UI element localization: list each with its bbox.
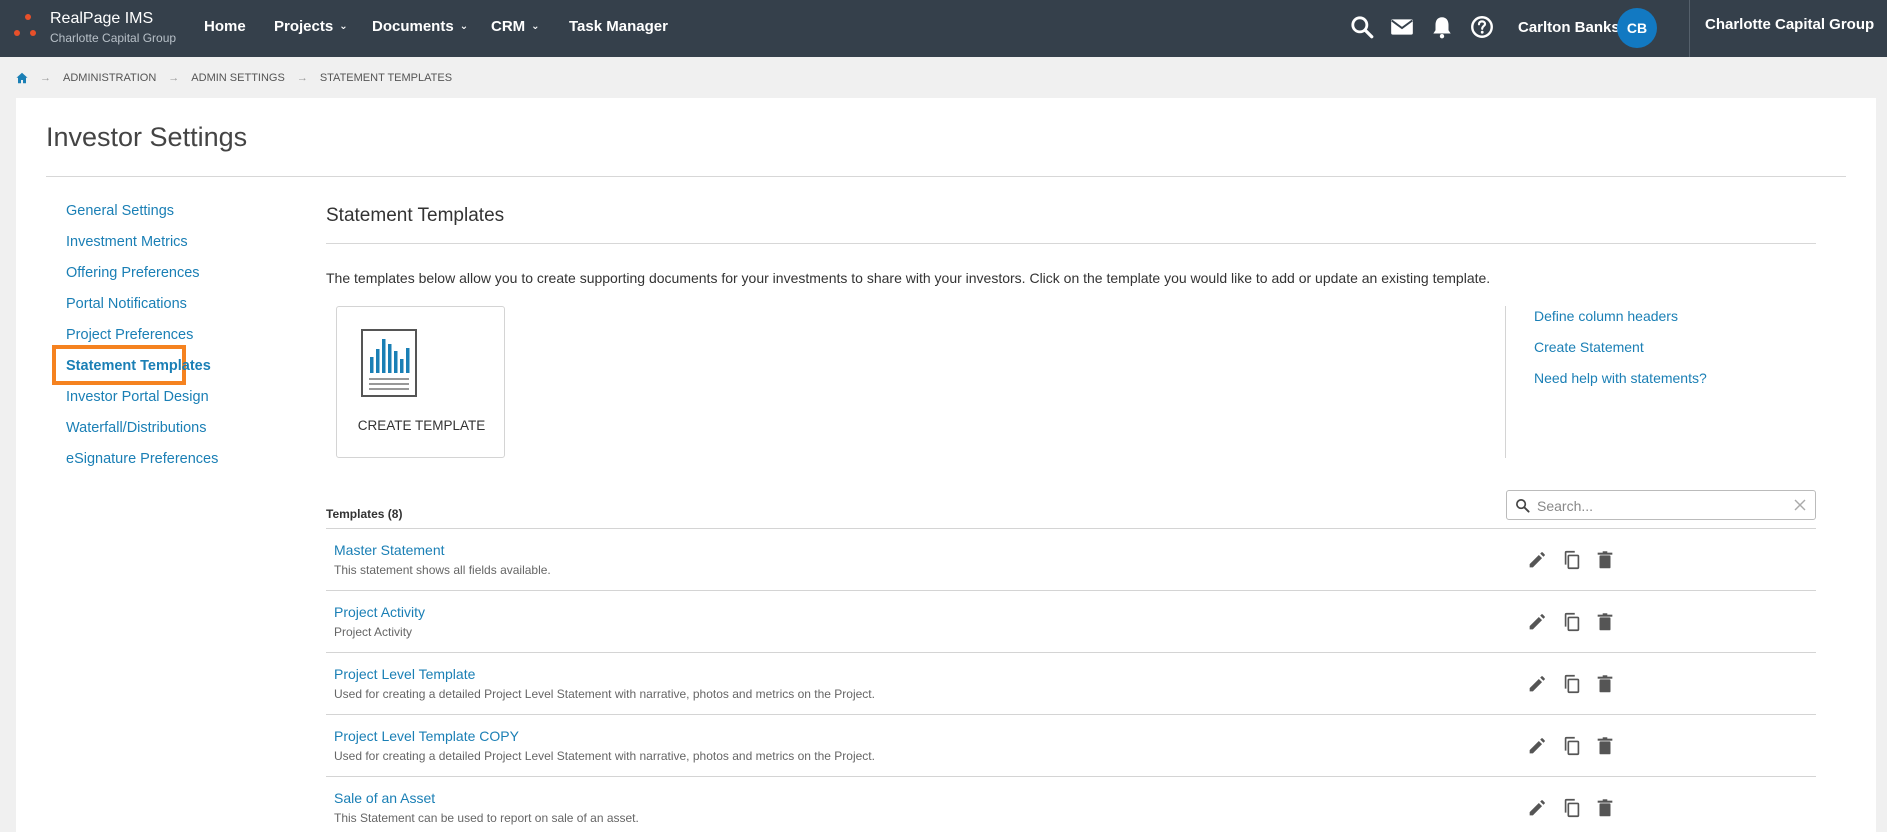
side-menu-esignature-preferences[interactable]: eSignature Preferences xyxy=(66,451,218,467)
side-menu-investor-portal-design[interactable]: Investor Portal Design xyxy=(66,389,209,405)
table-row: Master Statement This statement shows all… xyxy=(326,528,1816,590)
nav-task-manager-label: Task Manager xyxy=(569,18,668,35)
template-description: This statement shows all fields availabl… xyxy=(334,563,551,577)
template-title[interactable]: Master Statement xyxy=(334,542,445,558)
divider xyxy=(46,176,1846,177)
divider xyxy=(1505,306,1506,458)
breadcrumb-statement-templates: STATEMENT TEMPLATES xyxy=(319,72,453,84)
pencil-icon[interactable] xyxy=(1526,797,1548,819)
trash-icon[interactable] xyxy=(1594,611,1616,633)
realpage-logo-icon[interactable] xyxy=(14,14,42,40)
side-menu-general-settings[interactable]: General Settings xyxy=(66,203,174,219)
settings-card: Investor Settings General Settings Inves… xyxy=(16,98,1876,832)
side-menu-portal-notifications[interactable]: Portal Notifications xyxy=(66,296,187,312)
table-row: Project Level Template Used for creating … xyxy=(326,652,1816,714)
nav-documents-label: Documents xyxy=(372,18,454,35)
trash-icon[interactable] xyxy=(1594,735,1616,757)
breadcrumb-separator: → xyxy=(40,72,51,84)
copy-icon[interactable] xyxy=(1561,735,1583,757)
template-title[interactable]: Project Level Template COPY xyxy=(334,728,519,744)
trash-icon[interactable] xyxy=(1594,673,1616,695)
pencil-icon[interactable] xyxy=(1526,549,1548,571)
side-menu-statement-templates[interactable]: Statement Templates xyxy=(66,358,211,374)
pencil-icon[interactable] xyxy=(1526,735,1548,757)
close-icon[interactable] xyxy=(1791,496,1809,514)
organization-switcher[interactable]: Charlotte Capital Group ⌄ xyxy=(1705,16,1887,33)
breadcrumb-admin-settings[interactable]: ADMIN SETTINGS xyxy=(191,72,285,84)
breadcrumb: → ADMINISTRATION → ADMIN SETTINGS → STAT… xyxy=(16,70,452,86)
copy-icon[interactable] xyxy=(1561,673,1583,695)
avatar[interactable]: CB xyxy=(1617,8,1657,48)
chart-document-icon xyxy=(361,329,417,397)
organization-name: Charlotte Capital Group xyxy=(1705,16,1875,33)
breadcrumb-administration[interactable]: ADMINISTRATION xyxy=(63,72,156,84)
chevron-down-icon: ⌄ xyxy=(531,21,540,32)
define-column-headers-link[interactable]: Define column headers xyxy=(1534,308,1678,324)
chevron-down-icon: ⌄ xyxy=(339,21,348,32)
nav-task-manager[interactable]: Task Manager xyxy=(569,18,668,35)
side-menu-project-preferences[interactable]: Project Preferences xyxy=(66,327,193,343)
template-title[interactable]: Project Activity xyxy=(334,604,425,620)
side-menu-offering-preferences[interactable]: Offering Preferences xyxy=(66,265,200,281)
chevron-down-icon: ⌄ xyxy=(459,21,469,32)
side-menu-investment-metrics[interactable]: Investment Metrics xyxy=(66,234,188,250)
template-description: This Statement can be used to report on … xyxy=(334,811,639,825)
template-title[interactable]: Project Level Template xyxy=(334,666,475,682)
template-description: Used for creating a detailed Project Lev… xyxy=(334,749,875,763)
section-title: Statement Templates xyxy=(326,205,505,226)
trash-icon[interactable] xyxy=(1594,797,1616,819)
create-statement-link[interactable]: Create Statement xyxy=(1534,339,1644,355)
nav-home[interactable]: Home xyxy=(204,18,246,35)
page-title: Investor Settings xyxy=(46,122,248,152)
search-icon[interactable] xyxy=(1349,14,1375,40)
pencil-icon[interactable] xyxy=(1526,673,1548,695)
trash-icon[interactable] xyxy=(1594,549,1616,571)
search-icon xyxy=(1516,499,1530,513)
breadcrumb-separator: → xyxy=(296,72,308,84)
user-name[interactable]: Carlton Banks xyxy=(1518,19,1620,36)
divider xyxy=(1689,0,1690,57)
brand-title[interactable]: RealPage IMS xyxy=(50,10,153,28)
copy-icon[interactable] xyxy=(1561,611,1583,633)
template-description: Project Activity xyxy=(334,625,413,639)
nav-home-label: Home xyxy=(204,18,246,35)
top-navigation-bar: RealPage IMS Charlotte Capital Group Hom… xyxy=(0,0,1887,57)
help-icon[interactable] xyxy=(1469,14,1495,40)
bell-icon[interactable] xyxy=(1429,14,1455,40)
divider xyxy=(326,243,1816,244)
breadcrumb-separator: → xyxy=(168,72,180,84)
create-template-button[interactable]: CREATE TEMPLATE xyxy=(336,306,505,458)
table-row: Sale of an Asset This Statement can be us… xyxy=(326,776,1816,832)
side-menu-waterfall-distributions[interactable]: Waterfall/Distributions xyxy=(66,420,206,436)
intro-text: The templates below allow you to create … xyxy=(326,270,1491,286)
table-row: Project Activity Project Activity xyxy=(326,590,1816,652)
mail-icon[interactable] xyxy=(1389,14,1415,40)
nav-projects[interactable]: Projects ⌄ xyxy=(274,18,348,35)
brand-subtitle: Charlotte Capital Group xyxy=(50,31,177,45)
search-input[interactable] xyxy=(1537,496,1787,516)
home-icon[interactable] xyxy=(16,72,28,84)
nav-crm[interactable]: CRM ⌄ xyxy=(491,18,540,35)
nav-projects-label: Projects xyxy=(274,18,334,35)
template-search-box xyxy=(1506,490,1816,520)
pencil-icon[interactable] xyxy=(1526,611,1548,633)
create-template-label: CREATE TEMPLATE xyxy=(357,418,486,433)
template-description: Used for creating a detailed Project Lev… xyxy=(334,687,875,701)
copy-icon[interactable] xyxy=(1561,797,1583,819)
template-title[interactable]: Sale of an Asset xyxy=(334,790,435,806)
templates-count-heading: Templates (8) xyxy=(326,507,403,521)
copy-icon[interactable] xyxy=(1561,549,1583,571)
nav-documents[interactable]: Documents ⌄ xyxy=(372,18,468,35)
nav-crm-label: CRM xyxy=(491,18,526,35)
statements-help-link[interactable]: Need help with statements? xyxy=(1534,370,1707,386)
table-row: Project Level Template COPY Used for crea… xyxy=(326,714,1816,776)
